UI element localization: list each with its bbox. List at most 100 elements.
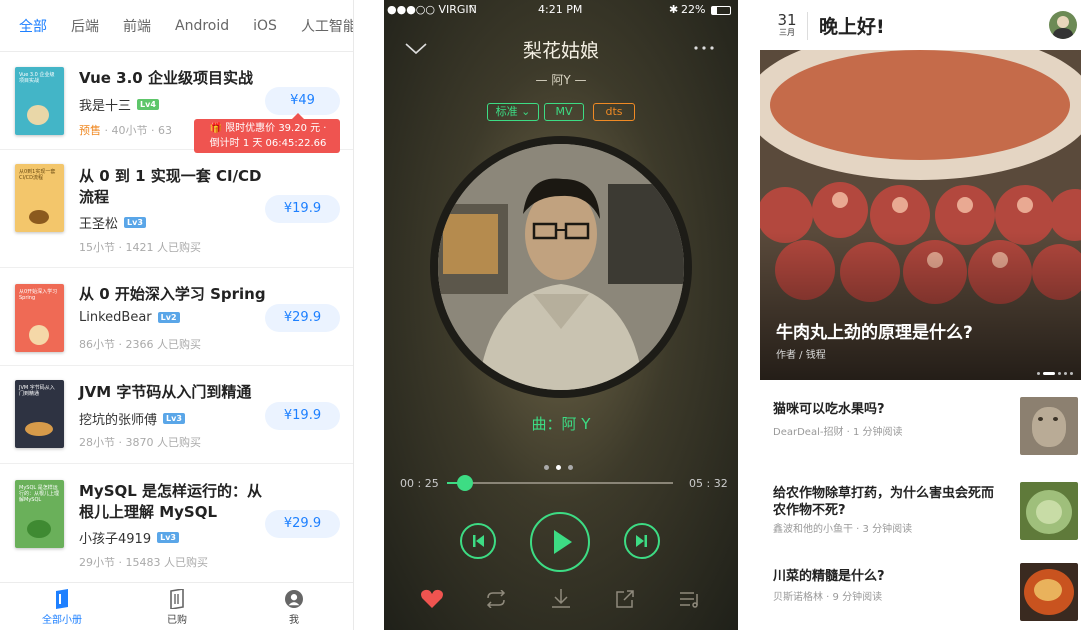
- bluetooth-icon: ✱: [669, 3, 679, 16]
- author-name: 小孩子4919: [79, 532, 152, 547]
- tab-ai[interactable]: 人工智能: [301, 16, 353, 36]
- tab-android[interactable]: Android: [175, 18, 229, 34]
- next-button[interactable]: [624, 523, 660, 559]
- article-thumbnail: [1020, 563, 1078, 621]
- dts-button[interactable]: dts: [593, 103, 635, 121]
- booklet-author: 我是十三 Lv4: [79, 95, 159, 114]
- tab-backend[interactable]: 后端: [71, 16, 99, 36]
- battery-icon: [711, 6, 731, 15]
- play-button[interactable]: [530, 512, 590, 572]
- author-name: 王圣松: [79, 217, 119, 232]
- booklet-item[interactable]: 从0到1实现一套CI/CD流程 从 0 到 1 实现一套 CI/CD 流程 王圣…: [0, 150, 353, 268]
- price-button[interactable]: ¥19.9: [265, 402, 340, 430]
- meta-text: 40小节 · 63: [111, 124, 172, 137]
- album-disc: [430, 136, 692, 398]
- carrier-text: ●●●○○ VIRGIN: [387, 3, 477, 16]
- carousel-dot: [1064, 372, 1067, 375]
- header-divider: [807, 12, 808, 40]
- cover-title: JVM 字节码从入门到精通: [19, 385, 55, 397]
- booklet-title: JVM 字节码从入门到精通: [79, 383, 252, 401]
- page-indicator: [544, 455, 580, 474]
- tab-frontend[interactable]: 前端: [123, 16, 151, 36]
- booklet-author: 小孩子4919 Lv3: [79, 528, 179, 547]
- carousel-dot: [1058, 372, 1061, 375]
- lizard-illustration: [25, 422, 53, 436]
- author-name: 挖坑的张师傅: [79, 413, 158, 428]
- booklet-title: 从 0 开始深入学习 Spring: [79, 285, 266, 303]
- gift-icon: 🎁: [209, 123, 222, 134]
- price-button[interactable]: ¥19.9: [265, 195, 340, 223]
- snail-illustration: [27, 105, 49, 125]
- album-photo: [438, 144, 684, 390]
- article-meta: DearDeal-招财 · 1 分钟阅读: [773, 427, 903, 438]
- progress-bar[interactable]: [447, 482, 673, 484]
- level-badge: Lv2: [157, 312, 180, 323]
- cover-title: Vue 3.0 企业级项目实战: [19, 72, 55, 84]
- booklet-item[interactable]: MySQL 是怎样运行的：从根儿上理解MySQL MySQL 是怎样运行的：从根…: [0, 464, 353, 582]
- elapsed-time: 00 : 25: [400, 477, 439, 490]
- more-icon[interactable]: [693, 45, 715, 51]
- quality-selector[interactable]: 标准 ⌄: [487, 103, 539, 121]
- nav-label: 我: [289, 615, 299, 626]
- nav-label: 已购: [167, 615, 187, 626]
- frog-illustration: [27, 520, 51, 538]
- playlist-icon[interactable]: [678, 590, 702, 608]
- booklet-meta: 29小节 · 15483 人已购买: [79, 556, 208, 569]
- booklet-author: 挖坑的张师傅 Lv3: [79, 409, 185, 428]
- booklet-item[interactable]: JVM 字节码从入门到精通 JVM 字节码从入门到精通 挖坑的张师傅 Lv3 2…: [0, 366, 353, 464]
- next-icon: [636, 535, 647, 547]
- page-dot-active: [556, 465, 561, 470]
- article-item[interactable]: 给农作物除草打药，为什么害虫会死而农作物不死? 鑫波和他的小鱼干 · 3 分钟阅…: [760, 480, 1081, 550]
- battery-percent: 22%: [681, 3, 706, 16]
- share-icon[interactable]: [614, 589, 636, 609]
- article-thumbnail: [1020, 397, 1078, 455]
- download-icon[interactable]: [550, 587, 572, 609]
- tab-all[interactable]: 全部: [19, 16, 47, 36]
- featured-article[interactable]: 牛肉丸上劲的原理是什么? 作者 / 钱程: [760, 50, 1081, 380]
- nav-me[interactable]: 我: [254, 589, 334, 626]
- booklet-cover: 从0到1实现一套CI/CD流程: [15, 164, 64, 232]
- booklet-meta: 86小节 · 2366 人已购买: [79, 338, 201, 351]
- booklet-item[interactable]: 从0开始深入学习Spring 从 0 开始深入学习 Spring LinkedB…: [0, 268, 353, 366]
- article-item[interactable]: 猫咪可以吃水果吗? DearDeal-招财 · 1 分钟阅读: [760, 395, 1081, 465]
- greeting: 晚上好!: [819, 16, 885, 38]
- tab-ios[interactable]: iOS: [253, 18, 277, 34]
- mv-button[interactable]: MV: [544, 103, 584, 121]
- booklet-author: LinkedBear Lv2: [79, 310, 180, 325]
- progress-knob[interactable]: [457, 475, 474, 491]
- featured-title: 牛肉丸上劲的原理是什么?: [776, 323, 973, 343]
- category-tabs: 全部 后端 前端 Android iOS 人工智能: [0, 0, 353, 52]
- date-badge: 31 三月: [775, 12, 799, 38]
- nav-all-booklets[interactable]: 全部小册: [22, 589, 102, 626]
- booklet-app-screen: 全部 后端 前端 Android iOS 人工智能 Vue 3.0 企业级项目实…: [0, 0, 354, 630]
- price-button[interactable]: ¥29.9: [265, 304, 340, 332]
- date-day: 31: [777, 11, 797, 29]
- author-name: 我是十三: [79, 99, 132, 114]
- previous-button[interactable]: [460, 523, 496, 559]
- avatar[interactable]: [1049, 11, 1077, 39]
- featured-author: 作者 / 钱程: [776, 350, 826, 361]
- clock-text: 4:21 PM: [538, 3, 583, 16]
- discount-price-text: 限时优惠价 39.20 元 ·: [225, 123, 327, 134]
- music-player-screen: ●●●○○ VIRGIN ⌔ 4:21 PM ✱ 22% 梨花姑娘 — 阿Y —…: [384, 0, 738, 630]
- reading-app-screen: 31 三月 晚上好! 牛肉丸上劲的原理是什么? 作者 / 钱程 猫咪可以吃水果吗…: [760, 0, 1081, 630]
- quality-label: 标准: [495, 105, 518, 118]
- bottom-navigation: 全部小册 已购 我: [0, 582, 353, 630]
- dog-illustration: [29, 325, 49, 345]
- price-button[interactable]: ¥49: [265, 87, 340, 115]
- price-button[interactable]: ¥29.9: [265, 510, 340, 538]
- article-thumbnail: [1020, 482, 1078, 540]
- booklet-meta: 15小节 · 1421 人已购买: [79, 241, 201, 254]
- chevron-down-icon: ⌄: [521, 105, 531, 118]
- repeat-icon[interactable]: [484, 590, 508, 608]
- nav-purchased[interactable]: 已购: [137, 589, 217, 626]
- carousel-dot: [1070, 372, 1073, 375]
- author-name: LinkedBear: [79, 310, 152, 325]
- booklet-cover: Vue 3.0 企业级项目实战: [15, 67, 64, 135]
- date-month: 三月: [779, 28, 795, 37]
- heart-icon[interactable]: [420, 588, 444, 610]
- booklet-title: Vue 3.0 企业级项目实战: [79, 69, 253, 87]
- composer-credit: 曲：阿 Y: [531, 415, 591, 433]
- article-item[interactable]: 川菜的精髓是什么? 贝斯诺格林 · 9 分钟阅读: [760, 563, 1081, 628]
- wifi-icon: ⌔: [467, 2, 478, 15]
